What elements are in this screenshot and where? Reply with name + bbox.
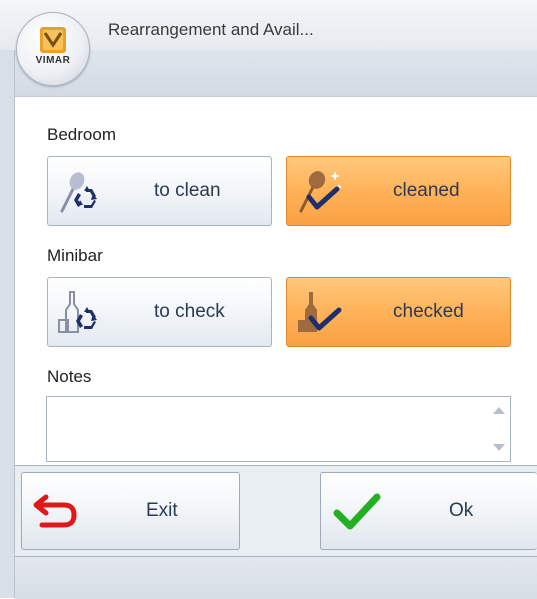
cleaned-label: cleaned [393,180,460,201]
title-band [14,50,537,97]
broom-recycle-icon [60,172,97,213]
dialog-window: VIMAR Rearrangement and Avail... Bedroom… [0,0,537,599]
exit-label: Exit [146,500,178,521]
window-left-border [0,50,15,598]
checked-label: checked [393,301,464,322]
notes-textarea[interactable] [47,397,487,461]
to-clean-button[interactable]: to clean [47,156,272,226]
vimar-logo-icon [40,27,66,53]
ok-check-icon [333,493,381,530]
notes-label: Notes [47,367,92,386]
notes-scrollbar[interactable] [488,397,510,461]
bedroom-label: Bedroom [47,125,116,144]
bottle-recycle-icon [58,291,97,333]
to-check-label: to check [154,301,225,322]
app-logo-button[interactable]: VIMAR [16,12,90,86]
ok-label: Ok [449,500,474,521]
exit-button[interactable]: Exit [21,472,240,550]
window-title: Rearrangement and Avail... [108,20,314,39]
broom-check-icon [299,171,342,213]
to-check-button[interactable]: to check [47,277,272,347]
ok-button[interactable]: Ok [320,472,537,550]
minibar-label: Minibar [47,246,103,265]
exit-arrow-icon [33,494,77,528]
status-bar [15,556,537,599]
checked-button[interactable]: checked [286,277,511,347]
notes-box [46,396,511,462]
logo-text: VIMAR [35,55,71,66]
to-clean-label: to clean [154,180,221,201]
bottle-check-icon [298,292,342,332]
scroll-up-arrow-icon[interactable] [493,407,505,414]
scroll-down-arrow-icon[interactable] [493,444,505,451]
cleaned-button[interactable]: cleaned [286,156,511,226]
